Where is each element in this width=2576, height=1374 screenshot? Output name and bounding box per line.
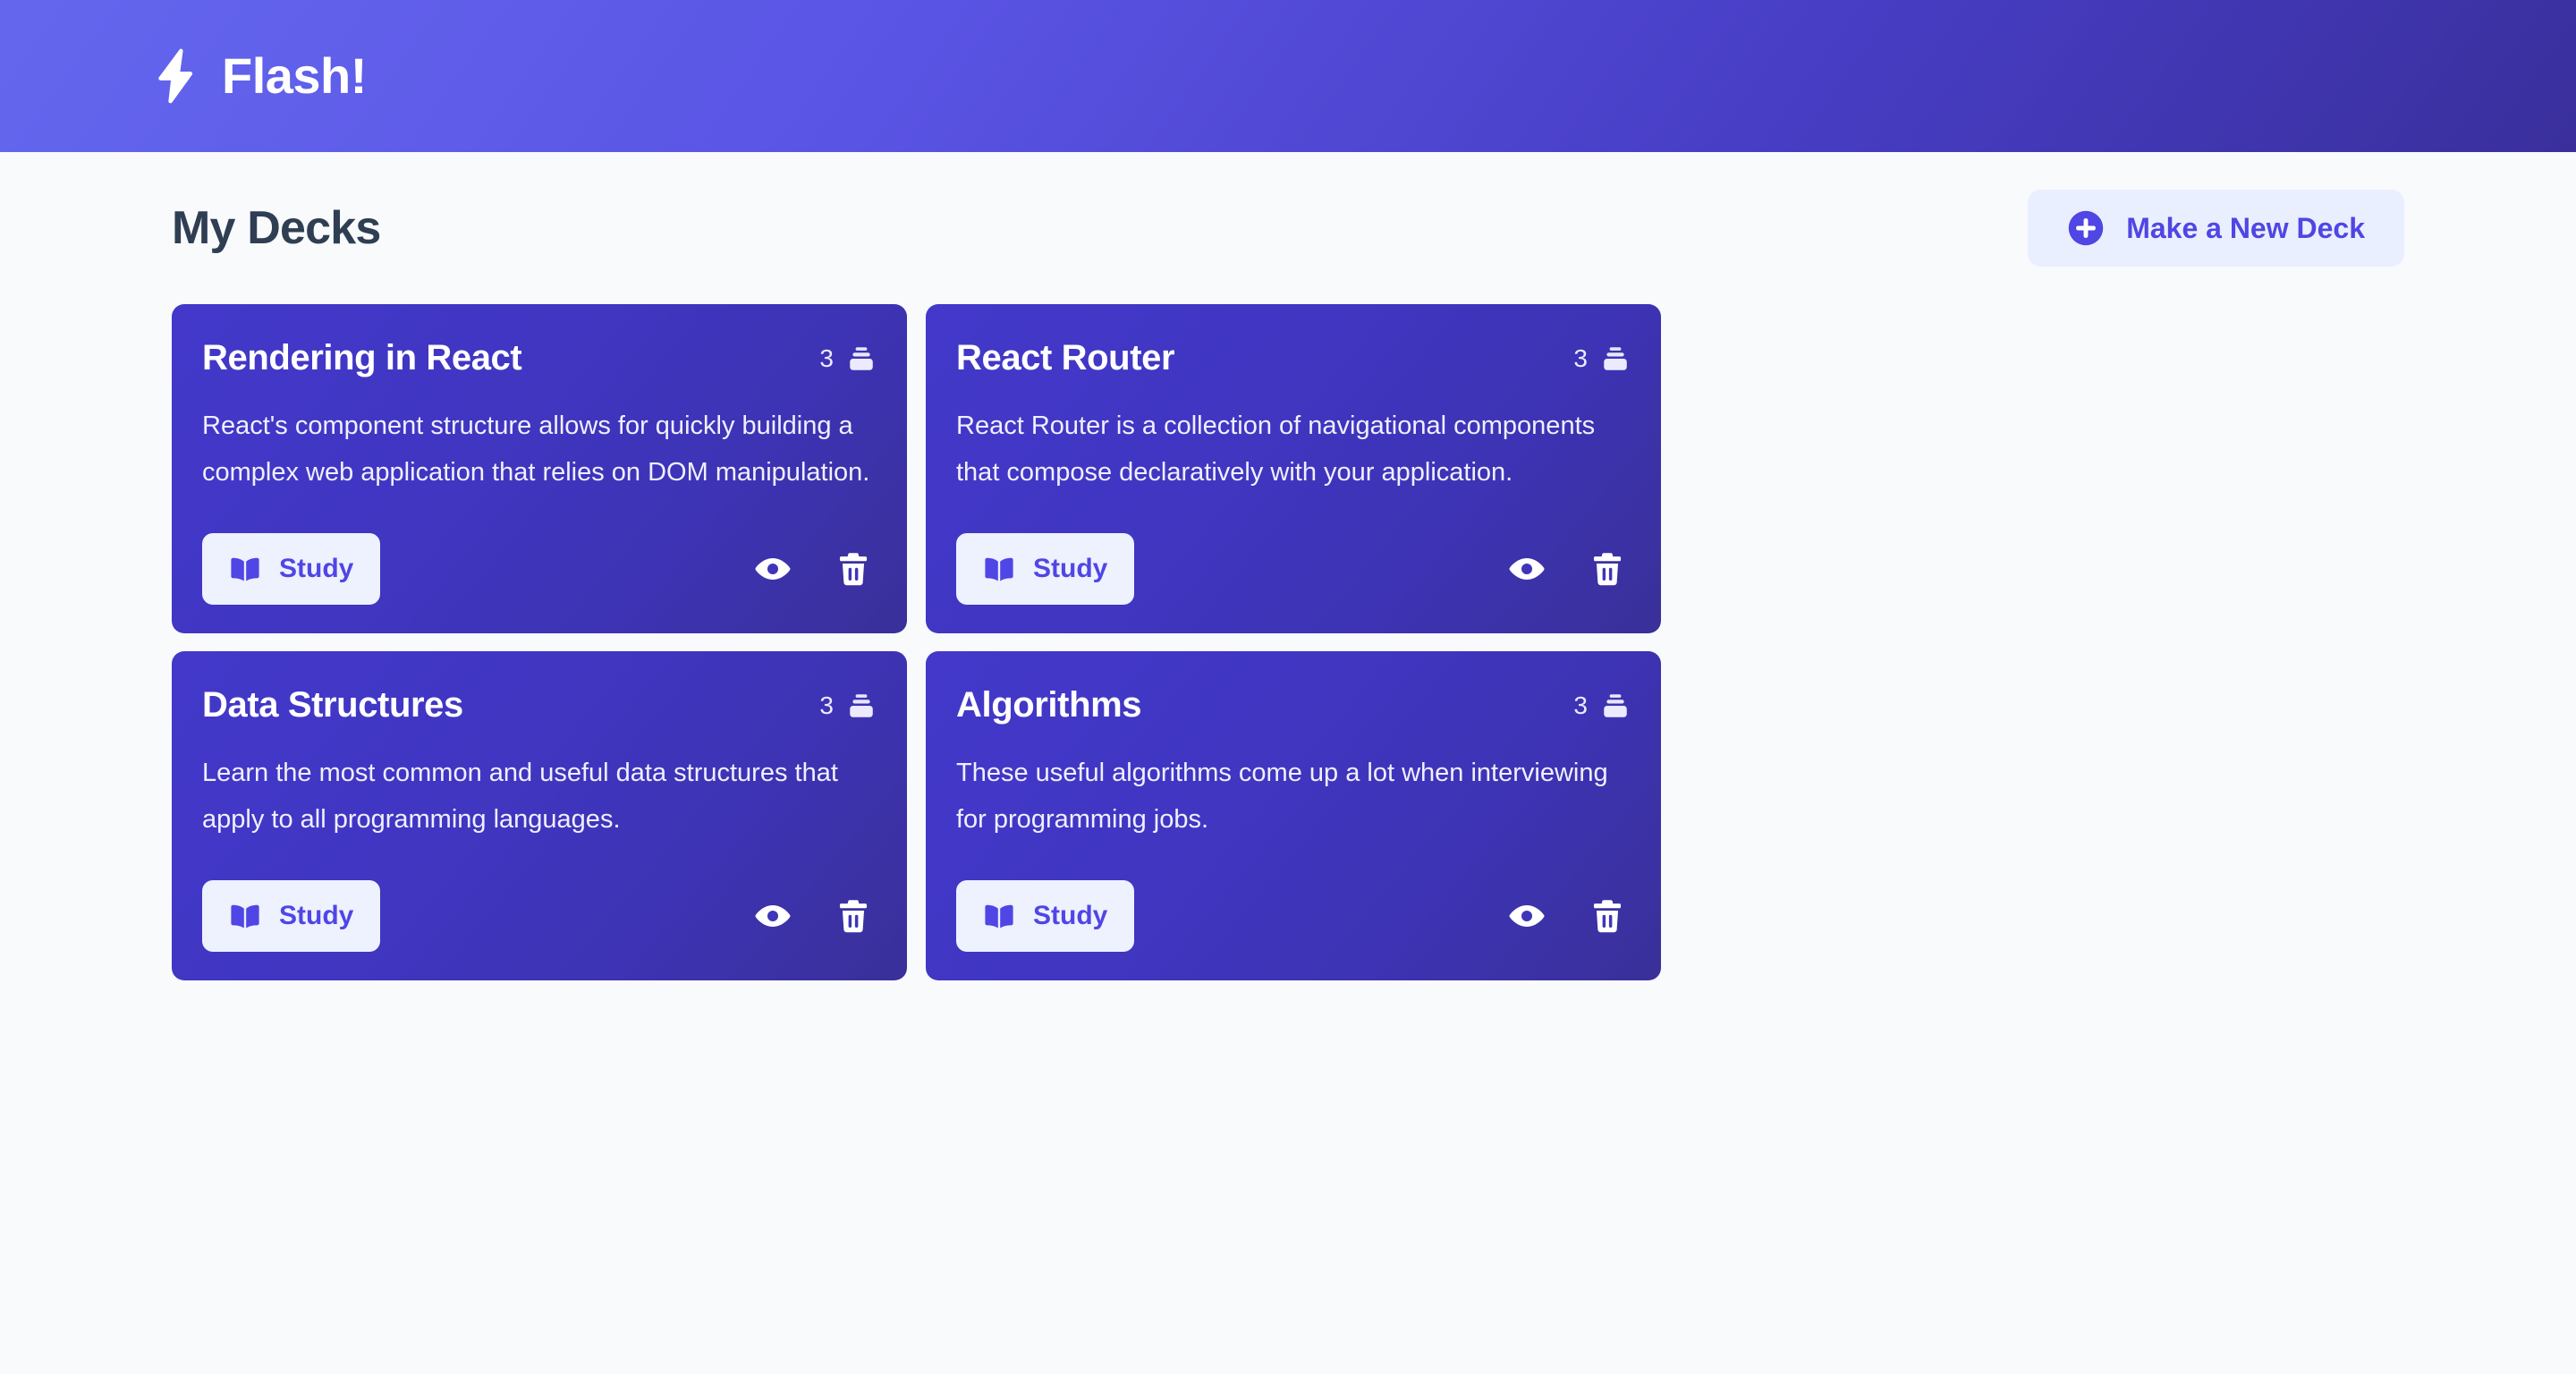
card-stack-icon [1600,344,1631,374]
study-button[interactable]: Study [956,880,1135,953]
deck-card-count: 3 [1573,344,1631,374]
lightning-bolt-icon [150,48,199,104]
deck-count-value: 3 [819,344,834,372]
deck-count-value: 3 [819,691,834,719]
deck-title: Data Structures [202,685,463,725]
card-stack-icon [846,691,877,721]
deck-card-actions: Study [202,880,877,953]
deck-icon-actions [755,552,877,586]
deck-count-value: 3 [1573,691,1588,719]
deck-card-header: React Router 3 [956,338,1631,378]
deck-card-header: Rendering in React 3 [202,338,877,378]
deck-grid: Rendering in React 3 React's component s… [172,304,2404,981]
deck-title: Rendering in React [202,338,522,377]
eye-icon [1509,556,1545,582]
deck-title: Algorithms [956,685,1142,725]
open-book-icon [229,556,261,582]
deck-card[interactable]: Rendering in React 3 React's component s… [172,304,907,634]
trash-icon [839,899,868,933]
view-deck-button[interactable] [1509,903,1545,929]
study-button[interactable]: Study [202,880,381,953]
open-book-icon [983,556,1015,582]
deck-count-value: 3 [1573,344,1588,372]
eye-icon [1509,903,1545,929]
brand: Flash! [150,48,367,104]
deck-card-count: 3 [1573,691,1631,721]
make-new-deck-button[interactable]: Make a New Deck [2028,190,2404,267]
eye-icon [755,556,791,582]
view-deck-button[interactable] [755,556,791,582]
delete-deck-button[interactable] [1593,899,1622,933]
make-new-deck-label: Make a New Deck [2126,211,2365,244]
open-book-icon [229,903,261,929]
view-deck-button[interactable] [755,903,791,929]
deck-card[interactable]: Data Structures 3 Learn the most common … [172,651,907,981]
trash-icon [839,552,868,586]
study-button-label: Study [279,554,354,584]
deck-card-count: 3 [819,691,877,721]
main-content: My Decks Make a New Deck Rendering in Re… [0,152,2576,981]
open-book-icon [983,903,1015,929]
study-button-label: Study [1033,554,1108,584]
deck-card[interactable]: React Router 3 React Router is a collect… [926,304,1661,634]
app-header: Flash! [0,0,2576,152]
deck-icon-actions [1509,552,1631,586]
study-button[interactable]: Study [202,533,381,606]
deck-card-header: Data Structures 3 [202,685,877,725]
page-title: My Decks [172,202,381,254]
study-button[interactable]: Study [956,533,1135,606]
brand-title: Flash! [222,47,367,104]
trash-icon [1593,899,1622,933]
deck-icon-actions [755,899,877,933]
delete-deck-button[interactable] [839,552,868,586]
deck-description: Learn the most common and useful data st… [202,759,838,834]
deck-card-actions: Study [956,533,1631,606]
delete-deck-button[interactable] [1593,552,1622,586]
deck-card-actions: Study [956,880,1631,953]
deck-card-actions: Study [202,533,877,606]
eye-icon [755,903,791,929]
deck-description: React's component structure allows for q… [202,411,870,487]
deck-title: React Router [956,338,1175,377]
deck-description: These useful algorithms come up a lot wh… [956,759,1608,834]
study-button-label: Study [1033,901,1108,931]
study-button-label: Study [279,901,354,931]
deck-icon-actions [1509,899,1631,933]
card-stack-icon [1600,691,1631,721]
card-stack-icon [846,344,877,374]
deck-card-header: Algorithms 3 [956,685,1631,725]
trash-icon [1593,552,1622,586]
deck-card-count: 3 [819,344,877,374]
page-header-row: My Decks Make a New Deck [172,152,2404,304]
deck-card[interactable]: Algorithms 3 These useful algorithms com… [926,651,1661,981]
delete-deck-button[interactable] [839,899,868,933]
plus-circle-icon [2067,209,2105,247]
deck-description: React Router is a collection of navigati… [956,411,1596,487]
view-deck-button[interactable] [1509,556,1545,582]
